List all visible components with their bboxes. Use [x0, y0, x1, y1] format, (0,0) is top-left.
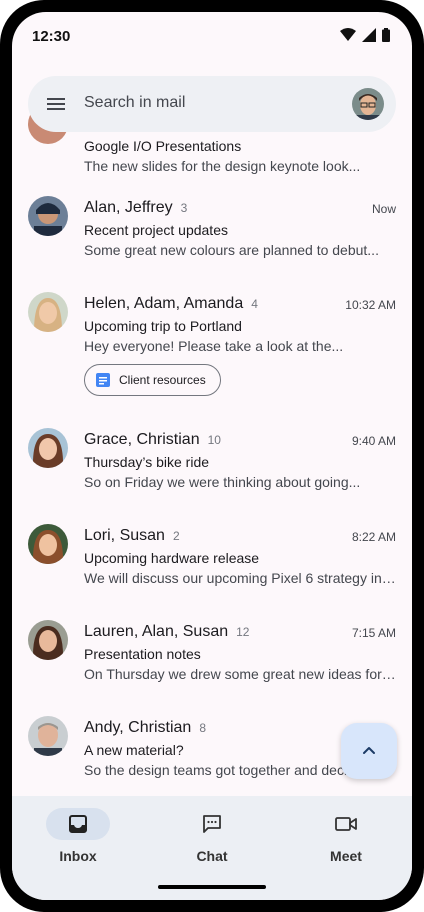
email-row-lauren-alan-susan[interactable]: Lauren, Alan, Susan 12 7:15 AM Presentati…: [12, 612, 412, 708]
thread-count: 3: [180, 201, 188, 215]
home-indicator[interactable]: [158, 885, 266, 889]
avatar: [28, 196, 68, 236]
nav-inbox[interactable]: Inbox: [28, 808, 128, 868]
account-avatar[interactable]: [352, 88, 384, 120]
attachment-chip[interactable]: Client resources: [84, 364, 221, 396]
email-time: 9:40 AM: [351, 434, 396, 448]
chevron-up-icon: [363, 747, 375, 754]
avatar: [28, 292, 68, 332]
email-sender: Alan, Jeffrey 3: [84, 199, 188, 216]
email-subject: Thursday’s bike ride: [84, 454, 210, 470]
email-subject: Upcoming trip to Portland: [84, 318, 242, 334]
wifi-icon: [340, 28, 356, 41]
email-preview: So on Friday we were thinking about goin…: [84, 474, 361, 490]
email-sender: Helen, Adam, Amanda 4: [84, 295, 258, 312]
email-subject: Upcoming hardware release: [84, 550, 260, 566]
email-preview: On Thursday we drew some great new ideas…: [84, 666, 396, 682]
email-row-alan-jeffrey[interactable]: Alan, Jeffrey 3 Now Recent project update…: [12, 188, 412, 284]
search-bar[interactable]: Search in mail: [28, 76, 396, 132]
email-time: 8:22 AM: [351, 530, 396, 544]
phone-frame: Google I/O Presentations The new slides …: [0, 0, 424, 912]
nav-chat[interactable]: Chat: [162, 808, 262, 868]
nav-meet[interactable]: Meet: [296, 808, 396, 868]
email-preview: Hey everyone! Please take a look at the.…: [84, 338, 344, 354]
email-preview: Some great new colours are planned to de…: [84, 242, 379, 258]
nav-chat-pill: [180, 808, 244, 840]
email-preview: We will discuss our upcoming Pixel 6 str…: [84, 570, 396, 586]
thread-count: 12: [236, 625, 250, 639]
nav-chat-label: Chat: [196, 848, 228, 864]
chip-label: Client resources: [119, 373, 206, 387]
email-time: 7:15 AM: [351, 626, 396, 640]
email-time: 10:32 AM: [345, 298, 396, 312]
battery-icon: [382, 28, 390, 42]
email-row-grace-christian[interactable]: Grace, Christian 10 9:40 AM Thursday’s bi…: [12, 420, 412, 516]
avatar: [28, 620, 68, 660]
nav-meet-label: Meet: [330, 848, 362, 864]
email-subject: A new material?: [84, 742, 184, 758]
email-row-lori-susan[interactable]: Lori, Susan 2 8:22 AM Upcoming hardware r…: [12, 516, 412, 612]
nav-inbox-label: Inbox: [59, 848, 97, 864]
thread-count: 2: [172, 529, 180, 543]
bottom-navigation: Inbox Chat Meet: [12, 796, 412, 900]
thread-count: 8: [199, 721, 206, 735]
menu-icon[interactable]: [44, 92, 68, 116]
email-subject: Recent project updates: [84, 222, 228, 238]
status-time: 12:30: [32, 28, 71, 45]
thread-count: 4: [251, 297, 258, 311]
email-sender: Grace, Christian 10: [84, 431, 221, 448]
email-preview: The new slides for the design keynote lo…: [84, 158, 361, 174]
search-input[interactable]: Search in mail: [84, 94, 185, 112]
email-sender: Lori, Susan 2: [84, 527, 180, 544]
nav-inbox-pill: [46, 808, 110, 840]
email-subject: Google I/O Presentations: [84, 138, 242, 154]
document-icon: [96, 373, 110, 387]
status-icons: [340, 28, 390, 42]
avatar: [28, 428, 68, 468]
screen: Google I/O Presentations The new slides …: [12, 12, 412, 900]
nav-meet-pill: [314, 808, 378, 840]
email-time: Now: [371, 202, 396, 216]
status-bar: 12:30: [12, 12, 412, 60]
scroll-up-button[interactable]: [341, 723, 397, 779]
video-camera-icon: [335, 817, 357, 831]
avatar: [28, 524, 68, 564]
email-sender: Andy, Christian 8: [84, 719, 206, 736]
chat-icon: [203, 815, 221, 833]
email-sender: Lauren, Alan, Susan 12: [84, 623, 250, 640]
inbox-icon: [69, 815, 87, 833]
email-subject: Presentation notes: [84, 646, 201, 662]
email-row-helen-adam-amanda[interactable]: Helen, Adam, Amanda 4 10:32 AM Upcoming t…: [12, 284, 412, 420]
thread-count: 10: [207, 433, 221, 447]
signal-icon: [362, 28, 376, 42]
avatar: [28, 716, 68, 756]
